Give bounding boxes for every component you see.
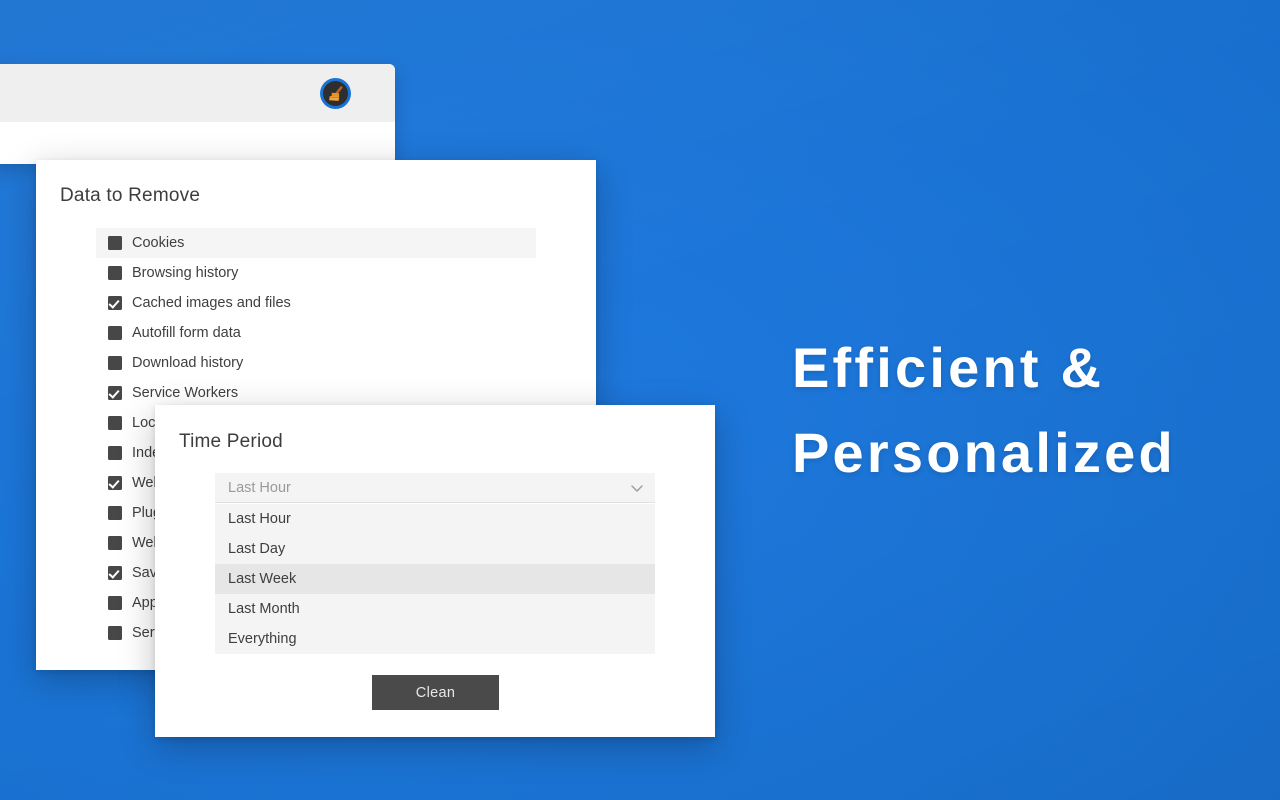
data-row-label: Browsing history — [132, 265, 239, 281]
data-row[interactable]: Download history — [96, 348, 536, 378]
time-period-option[interactable]: Last Week — [215, 564, 655, 594]
broom-cleaner-icon[interactable] — [320, 78, 351, 109]
checkbox-checked-icon[interactable] — [108, 386, 122, 400]
time-period-dialog: Time Period Last Hour Last Hour Last Day L… — [155, 405, 715, 737]
time-period-option[interactable]: Last Hour — [215, 504, 655, 534]
time-period-option[interactable]: Everything — [215, 624, 655, 654]
checkbox-unchecked-icon[interactable] — [108, 326, 122, 340]
browser-content-area — [0, 122, 395, 164]
time-period-select-value: Last Hour — [228, 479, 291, 496]
checkbox-unchecked-icon[interactable] — [108, 416, 122, 430]
data-row-label: Download history — [132, 355, 244, 371]
checkbox-checked-icon[interactable] — [108, 296, 122, 310]
checkbox-unchecked-icon[interactable] — [108, 236, 122, 250]
hero-headline: Efficient & Personalized — [792, 325, 1262, 495]
time-period-select[interactable]: Last Hour — [215, 473, 655, 503]
checkbox-unchecked-icon[interactable] — [108, 266, 122, 280]
broom-glyph — [328, 85, 343, 101]
checkbox-unchecked-icon[interactable] — [108, 536, 122, 550]
time-period-option[interactable]: Last Month — [215, 594, 655, 624]
checkbox-unchecked-icon[interactable] — [108, 356, 122, 370]
data-row[interactable]: Autofill form data — [96, 318, 536, 348]
data-row-label: Cookies — [132, 235, 185, 251]
clean-button[interactable]: Clean — [372, 675, 499, 710]
data-row[interactable]: Service Workers — [96, 378, 536, 408]
data-row-label: Cached images and files — [132, 295, 291, 311]
checkbox-unchecked-icon[interactable] — [108, 626, 122, 640]
hero-headline-line-1: Efficient & — [792, 336, 1105, 399]
time-period-option-list: Last Hour Last Day Last Week Last Month Ever… — [215, 504, 655, 654]
browser-window — [0, 64, 395, 164]
chevron-down-icon — [631, 484, 643, 492]
hero-headline-line-2: Personalized — [792, 421, 1176, 484]
time-period-option[interactable]: Last Day — [215, 534, 655, 564]
data-row[interactable]: Browsing history — [96, 258, 536, 288]
time-dialog-title: Time Period — [179, 431, 283, 452]
checkbox-checked-icon[interactable] — [108, 476, 122, 490]
checkbox-unchecked-icon[interactable] — [108, 506, 122, 520]
checkbox-unchecked-icon[interactable] — [108, 596, 122, 610]
checkbox-unchecked-icon[interactable] — [108, 446, 122, 460]
data-row-label: Autofill form data — [132, 325, 241, 341]
data-row[interactable]: Cached images and files — [96, 288, 536, 318]
data-row[interactable]: Cookies — [96, 228, 536, 258]
data-dialog-title: Data to Remove — [60, 185, 201, 206]
checkbox-checked-icon[interactable] — [108, 566, 122, 580]
data-row-label: Service Workers — [132, 385, 239, 401]
browser-toolbar — [0, 64, 395, 122]
